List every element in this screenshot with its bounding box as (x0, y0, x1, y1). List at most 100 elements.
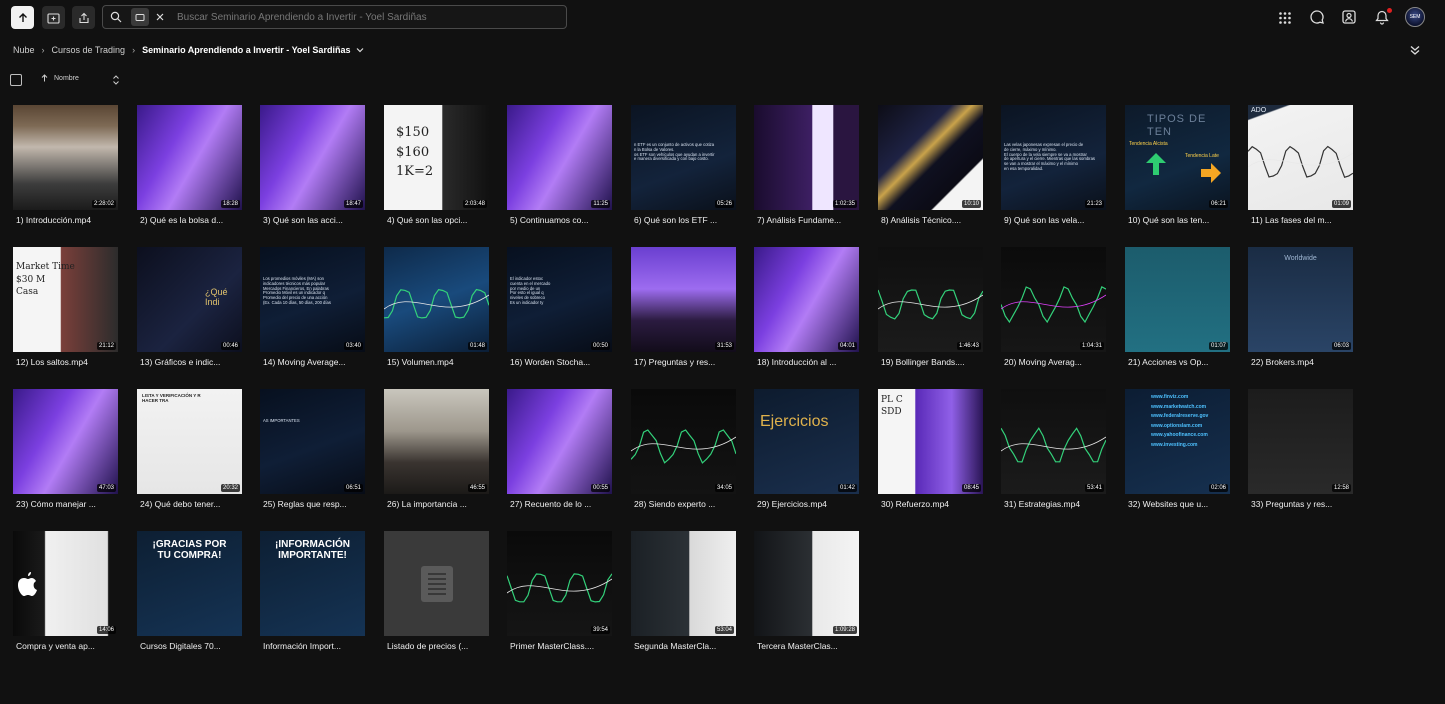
clear-icon[interactable] (151, 8, 169, 26)
file-name[interactable]: 30) Refuerzo.mp4 (878, 499, 983, 509)
file-name[interactable]: 20) Moving Averag... (1001, 357, 1106, 367)
file-name[interactable]: 29) Ejercicios.mp4 (754, 499, 859, 509)
file-thumbnail[interactable]: El indicador estoc cuenta en el mercado … (507, 247, 612, 352)
file-tile[interactable]: ¡INFORMACIÓN IMPORTANTE! Información Impo… (260, 531, 365, 651)
file-thumbnail[interactable]: 00:55 (507, 389, 612, 494)
file-name[interactable]: 24) Qué debo tener... (137, 499, 242, 509)
file-name[interactable]: 13) Gráficos e indic... (137, 357, 242, 367)
file-name[interactable]: Primer MasterClass.... (507, 641, 612, 651)
folder-filter-icon[interactable] (131, 8, 149, 26)
file-thumbnail[interactable]: ADO 01:09 (1248, 105, 1353, 210)
file-tile[interactable]: ¿Qué Indi 00:46 13) Gráficos e indic... (137, 247, 242, 367)
file-tile[interactable]: www.finviz.com www.marketwatch.com www.f… (1125, 389, 1230, 509)
search-input[interactable] (175, 10, 559, 24)
file-tile[interactable]: ¡GRACIAS POR TU COMPRA! Cursos Digitales … (137, 531, 242, 651)
file-thumbnail[interactable]: Worldwide 06:03 (1248, 247, 1353, 352)
breadcrumb-item-nube[interactable]: Nube (13, 45, 35, 55)
file-tile[interactable]: $150 $160 1K=2 2:03:48 4) Qué son las opci… (384, 105, 489, 225)
sort-by-name[interactable]: Nombre (41, 74, 79, 82)
file-name[interactable]: 31) Estrategias.mp4 (1001, 499, 1106, 509)
avatar[interactable]: SEM (1405, 7, 1425, 27)
file-thumbnail[interactable]: 12:58 (1248, 389, 1353, 494)
new-folder-button[interactable] (42, 6, 65, 29)
file-tile[interactable]: 12:58 33) Preguntas y res... (1248, 389, 1353, 509)
file-tile[interactable]: Listado de precios (... (384, 531, 489, 651)
file-name[interactable]: 25) Reglas que resp... (260, 499, 365, 509)
file-tile[interactable]: 1:02:35 7) Análisis Fundame... (754, 105, 859, 225)
file-tile[interactable]: 53:41 31) Estrategias.mp4 (1001, 389, 1106, 509)
file-name[interactable]: 1) Introducción.mp4 (13, 215, 118, 225)
file-thumbnail[interactable]: LISTA Y VERIFICACIÓN Y R HACER TRA 20:32 (137, 389, 242, 494)
file-name[interactable]: 27) Recuento de lo ... (507, 499, 612, 509)
file-name[interactable]: 5) Continuamos co... (507, 215, 612, 225)
file-tile[interactable]: 1:46:43 19) Bollinger Bands.... (878, 247, 983, 367)
file-name[interactable]: 22) Brokers.mp4 (1248, 357, 1353, 367)
file-thumbnail[interactable]: 53:41 (1001, 389, 1106, 494)
file-tile[interactable]: 10:10 8) Análisis Técnico.... (878, 105, 983, 225)
file-thumbnail[interactable]: ¿Qué Indi 00:46 (137, 247, 242, 352)
file-thumbnail[interactable]: 31:53 (631, 247, 736, 352)
file-name[interactable]: 23) Cómo manejar ... (13, 499, 118, 509)
file-thumbnail[interactable]: 01:48 (384, 247, 489, 352)
file-name[interactable]: Compra y venta ap... (13, 641, 118, 651)
file-name[interactable]: 26) La importancia ... (384, 499, 489, 509)
file-name[interactable]: 14) Moving Average... (260, 357, 365, 367)
file-name[interactable]: 10) Qué son las ten... (1125, 215, 1230, 225)
file-tile[interactable]: Worldwide 06:03 22) Brokers.mp4 (1248, 247, 1353, 367)
file-thumbnail[interactable]: 11:25 (507, 105, 612, 210)
file-name[interactable]: 4) Qué son las opci... (384, 215, 489, 225)
file-thumbnail[interactable]: Las velas japonesas expresan el precio d… (1001, 105, 1106, 210)
file-thumbnail[interactable]: 46:55 (384, 389, 489, 494)
file-name[interactable]: Tercera MasterClas... (754, 641, 859, 651)
account-icon[interactable] (1340, 8, 1358, 26)
file-tile[interactable]: Las velas japonesas expresan el precio d… (1001, 105, 1106, 225)
breadcrumb-current[interactable]: Seminario Aprendiendo a Invertir - Yoel … (142, 45, 350, 55)
file-tile[interactable]: El indicador estoc cuenta en el mercado … (507, 247, 612, 367)
file-name[interactable]: Listado de precios (... (384, 641, 489, 651)
file-tile[interactable]: Market Time $30 M Casa 21:12 12) Los salto… (13, 247, 118, 367)
file-name[interactable]: 21) Acciones vs Op... (1125, 357, 1230, 367)
file-tile[interactable]: Los promedios móviles (MA) son indicador… (260, 247, 365, 367)
file-name[interactable]: 2) Qué es la bolsa d... (137, 215, 242, 225)
file-name[interactable]: Información Import... (260, 641, 365, 651)
file-thumbnail[interactable]: 1:46:43 (878, 247, 983, 352)
file-thumbnail[interactable]: AS IMPORTANTES 06:51 (260, 389, 365, 494)
file-thumbnail[interactable]: $150 $160 1K=2 2:03:48 (384, 105, 489, 210)
file-thumbnail[interactable]: Tendencia Alcista Tendencia Late TIPOS DE … (1125, 105, 1230, 210)
file-tile[interactable]: 46:55 26) La importancia ... (384, 389, 489, 509)
file-tile[interactable]: 39:54 Primer MasterClass.... (507, 531, 612, 651)
file-tile[interactable]: PL C SDD 08:45 30) Refuerzo.mp4 (878, 389, 983, 509)
file-name[interactable]: 8) Análisis Técnico.... (878, 215, 983, 225)
chat-icon[interactable] (1308, 8, 1326, 26)
file-name[interactable]: 17) Preguntas y res... (631, 357, 736, 367)
file-tile[interactable]: Tendencia Alcista Tendencia Late TIPOS DE … (1125, 105, 1230, 225)
share-button[interactable] (72, 6, 95, 29)
file-name[interactable]: 15) Volumen.mp4 (384, 357, 489, 367)
collapse-toggle[interactable] (1409, 43, 1423, 57)
file-name[interactable]: 32) Websites que u... (1125, 499, 1230, 509)
file-tile[interactable]: n ETF es un conjunto de activos que coti… (631, 105, 736, 225)
breadcrumb-item-cursos[interactable]: Cursos de Trading (52, 45, 126, 55)
file-tile[interactable]: 04:01 18) Introducción al ... (754, 247, 859, 367)
file-tile[interactable]: 11:25 5) Continuamos co... (507, 105, 612, 225)
file-thumbnail[interactable]: 1:02:35 (754, 105, 859, 210)
file-thumbnail[interactable]: PL C SDD 08:45 (878, 389, 983, 494)
chevron-down-icon[interactable] (356, 45, 364, 55)
file-tile[interactable]: 31:53 17) Preguntas y res... (631, 247, 736, 367)
file-name[interactable]: 16) Worden Stocha... (507, 357, 612, 367)
file-thumbnail[interactable]: 10:10 (878, 105, 983, 210)
file-name[interactable]: 33) Preguntas y res... (1248, 499, 1353, 509)
file-name[interactable]: Cursos Digitales 70... (137, 641, 242, 651)
file-tile[interactable]: Ejercicios 01:42 29) Ejercicios.mp4 (754, 389, 859, 509)
file-name[interactable]: 11) Las fases del m... (1248, 215, 1353, 225)
file-thumbnail[interactable]: 14:06 (13, 531, 118, 636)
file-thumbnail[interactable]: 34:05 (631, 389, 736, 494)
file-thumbnail[interactable]: Ejercicios 01:42 (754, 389, 859, 494)
file-name[interactable]: 7) Análisis Fundame... (754, 215, 859, 225)
file-tile[interactable]: LISTA Y VERIFICACIÓN Y R HACER TRA 20:32 2… (137, 389, 242, 509)
upload-button[interactable] (11, 6, 34, 29)
file-thumbnail[interactable]: 47:03 (13, 389, 118, 494)
file-thumbnail[interactable]: 2:28:02 (13, 105, 118, 210)
file-tile[interactable]: 2:28:02 1) Introducción.mp4 (13, 105, 118, 225)
sort-order-toggle[interactable] (112, 73, 120, 91)
